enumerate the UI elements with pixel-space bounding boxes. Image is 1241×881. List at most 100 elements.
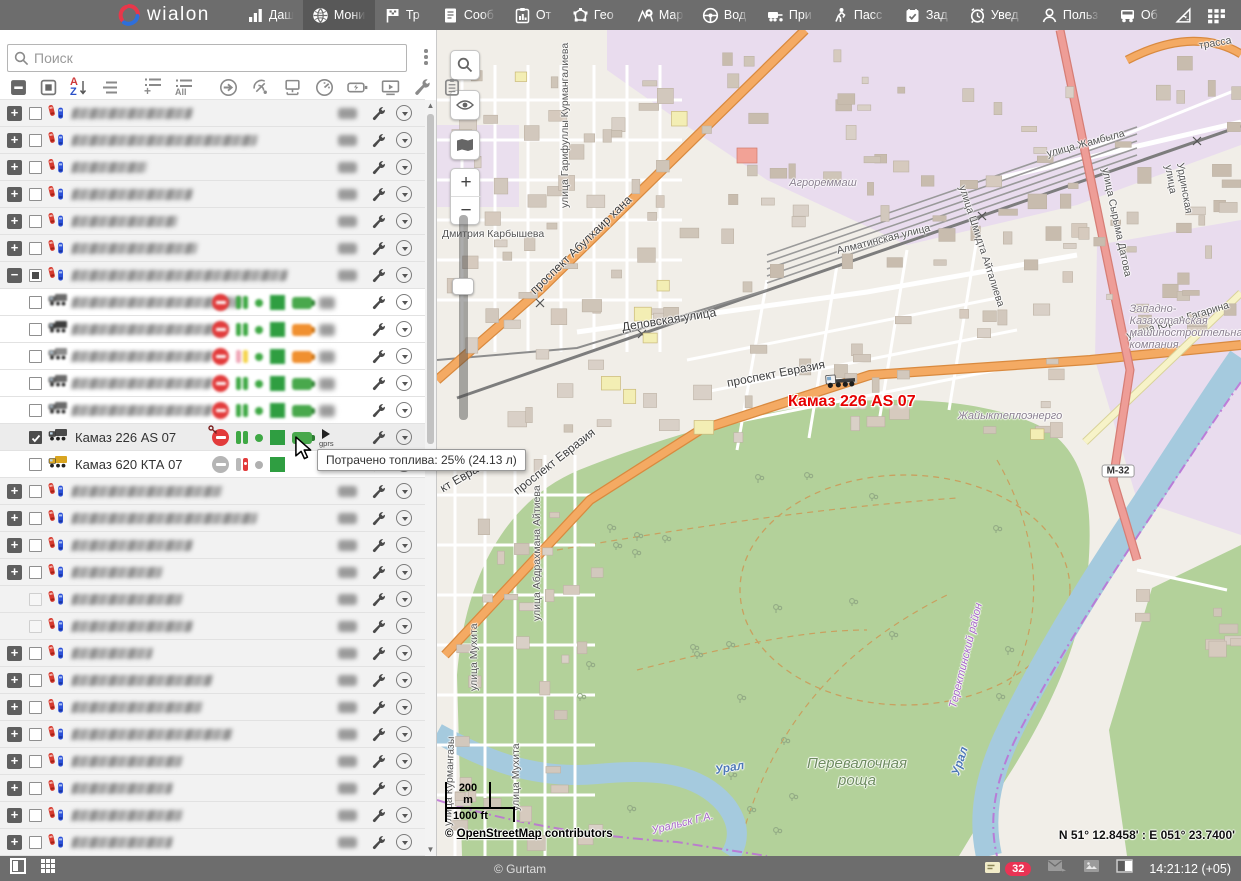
row-actions-dropdown[interactable] — [396, 537, 412, 553]
row-properties-button[interactable] — [371, 241, 386, 261]
sort-az-icon[interactable]: AZ — [70, 77, 87, 97]
row-actions-dropdown[interactable] — [396, 348, 412, 364]
nav-item-geofences[interactable]: Гео — [563, 0, 628, 30]
unit-row[interactable] — [0, 316, 426, 343]
unit-group-row[interactable]: + — [0, 154, 426, 181]
unit-row[interactable]: Камаз 226 AS 07gprs — [0, 424, 426, 451]
unit-row[interactable] — [0, 343, 426, 370]
expand-group-button[interactable]: + — [7, 700, 22, 715]
unit-group-row[interactable]: + — [0, 802, 426, 829]
row-checkbox[interactable] — [29, 404, 42, 417]
row-checkbox[interactable] — [29, 539, 42, 552]
row-properties-button[interactable] — [371, 592, 386, 612]
unit-group-row[interactable] — [0, 586, 426, 613]
messages-indicator[interactable]: 32 — [984, 861, 1031, 876]
nav-item-users[interactable]: Польз — [1032, 0, 1110, 30]
unit-group-row[interactable]: + — [0, 181, 426, 208]
row-checkbox[interactable] — [29, 485, 42, 498]
row-properties-button[interactable] — [371, 187, 386, 207]
nav-item-trailers[interactable]: При — [758, 0, 823, 30]
expand-group-button[interactable]: + — [7, 673, 22, 688]
list-view-icon[interactable] — [100, 80, 118, 95]
measure-icon[interactable] — [1174, 6, 1193, 25]
nav-item-units[interactable]: Об — [1110, 0, 1168, 30]
expand-group-button[interactable]: + — [7, 133, 22, 148]
row-properties-button[interactable] — [371, 349, 386, 369]
unit-group-row[interactable]: + — [0, 532, 426, 559]
nav-item-tracks[interactable]: Тр — [375, 0, 433, 30]
expand-group-button[interactable]: + — [7, 241, 22, 256]
row-properties-button[interactable] — [371, 781, 386, 801]
row-checkbox[interactable] — [29, 728, 42, 741]
select-visible-icon[interactable] — [40, 79, 57, 96]
unit-group-row[interactable]: + — [0, 127, 426, 154]
unit-group-row[interactable]: + — [0, 478, 426, 505]
row-checkbox[interactable] — [29, 620, 42, 633]
expand-group-button[interactable]: + — [7, 187, 22, 202]
row-properties-button[interactable] — [371, 700, 386, 720]
unit-group-row[interactable]: + — [0, 208, 426, 235]
row-properties-button[interactable] — [371, 133, 386, 153]
row-checkbox[interactable] — [29, 836, 42, 849]
row-checkbox[interactable] — [29, 809, 42, 822]
row-actions-dropdown[interactable] — [396, 807, 412, 823]
row-checkbox[interactable] — [29, 755, 42, 768]
row-checkbox[interactable] — [29, 242, 42, 255]
unit-group-row[interactable]: + — [0, 721, 426, 748]
map-area[interactable]: Дмитрия Карбышеваулица Гарифуллы Курманг… — [437, 30, 1241, 856]
mail-icon[interactable] — [1047, 859, 1067, 878]
search-input[interactable] — [34, 46, 402, 70]
zoom-in-button[interactable]: + — [451, 169, 481, 197]
unit-row[interactable] — [0, 370, 426, 397]
nav-item-routes[interactable]: Мар — [628, 0, 693, 30]
row-properties-button[interactable] — [371, 160, 386, 180]
row-properties-button[interactable] — [371, 106, 386, 126]
row-checkbox[interactable] — [29, 593, 42, 606]
row-properties-button[interactable] — [371, 673, 386, 693]
motion-state-icon[interactable] — [219, 78, 238, 97]
row-checkbox[interactable] — [29, 161, 42, 174]
satellite-icon[interactable] — [251, 78, 270, 97]
row-properties-button[interactable] — [371, 565, 386, 585]
row-actions-dropdown[interactable] — [396, 186, 412, 202]
row-actions-dropdown[interactable] — [396, 645, 412, 661]
row-checkbox[interactable] — [29, 782, 42, 795]
row-properties-button[interactable] — [371, 619, 386, 639]
panel-menu-kebab-icon[interactable] — [423, 49, 429, 67]
row-actions-dropdown[interactable] — [396, 240, 412, 256]
map-search-button[interactable] — [450, 50, 480, 80]
row-properties-button[interactable] — [371, 322, 386, 342]
row-checkbox[interactable] — [29, 458, 42, 471]
row-checkbox[interactable] — [29, 377, 42, 390]
expand-group-button[interactable]: + — [7, 484, 22, 499]
row-actions-dropdown[interactable] — [396, 321, 412, 337]
show-all-icon[interactable]: All — [175, 79, 193, 96]
nav-item-passengers[interactable]: Пасс — [823, 0, 895, 30]
unit-group-row[interactable]: + — [0, 559, 426, 586]
unit-group-row[interactable]: + — [0, 694, 426, 721]
openstreetmap-link[interactable]: OpenStreetMap — [457, 828, 542, 840]
unit-group-row[interactable]: + — [0, 505, 426, 532]
row-actions-dropdown[interactable] — [396, 294, 412, 310]
collapse-all-icon[interactable] — [10, 79, 27, 96]
unit-group-row[interactable]: + — [0, 235, 426, 262]
expand-group-button[interactable]: + — [7, 538, 22, 553]
row-actions-dropdown[interactable] — [396, 483, 412, 499]
row-actions-dropdown[interactable] — [396, 510, 412, 526]
row-actions-dropdown[interactable] — [396, 564, 412, 580]
unit-group-row[interactable]: + — [0, 100, 426, 127]
row-actions-dropdown[interactable] — [396, 375, 412, 391]
scroll-up-icon[interactable]: ▲ — [425, 100, 436, 112]
row-actions-dropdown[interactable] — [396, 132, 412, 148]
sensor-state-icon[interactable] — [315, 78, 334, 97]
row-checkbox[interactable] — [29, 512, 42, 525]
nav-item-monitoring[interactable]: Мони — [303, 0, 375, 30]
row-checkbox[interactable] — [29, 566, 42, 579]
row-actions-dropdown[interactable] — [396, 591, 412, 607]
row-actions-dropdown[interactable] — [396, 267, 412, 283]
row-actions-dropdown[interactable] — [396, 699, 412, 715]
row-properties-button[interactable] — [371, 430, 386, 450]
unit-group-row[interactable]: + — [0, 667, 426, 694]
battery-state-icon[interactable] — [347, 80, 368, 95]
unit-group-row[interactable]: + — [0, 775, 426, 802]
